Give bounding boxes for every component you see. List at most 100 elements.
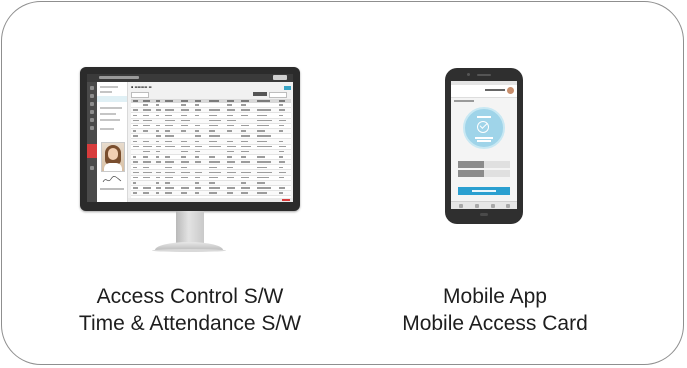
table-cell	[209, 187, 220, 189]
table-cell	[165, 176, 173, 179]
table-cell	[209, 176, 219, 179]
table-cell	[195, 114, 200, 117]
table-header-cell	[156, 100, 161, 102]
table-cell	[227, 192, 233, 194]
rail-icon	[90, 102, 94, 106]
table-cell	[165, 156, 171, 158]
table-cell	[181, 176, 188, 179]
table-cell	[227, 171, 236, 174]
tab-icon	[491, 204, 495, 208]
table-cell	[209, 130, 216, 132]
table-cell	[195, 150, 201, 153]
event-log-table	[131, 99, 291, 202]
table-cell	[227, 145, 236, 148]
table-cell	[133, 145, 139, 148]
mobile-info-row	[458, 161, 510, 168]
table-cell	[241, 182, 247, 184]
table-cell	[241, 145, 252, 148]
table-cell	[257, 130, 266, 132]
table-cell	[279, 130, 283, 132]
table-cell	[279, 140, 284, 142]
table-cell	[133, 182, 137, 184]
table-cell	[195, 125, 201, 127]
app-page-title: ▪ ▬▬▬▬ ▬	[131, 85, 152, 89]
table-cell	[156, 150, 160, 153]
info-row-label	[458, 161, 484, 168]
table-cell	[156, 104, 159, 106]
table-cell	[241, 161, 250, 163]
table-cell	[156, 114, 160, 117]
app-logo	[273, 75, 287, 80]
table-cell	[133, 140, 137, 142]
table-cell	[209, 109, 220, 111]
table-cell	[209, 171, 221, 174]
right-caption-line-2: Mobile Access Card	[402, 312, 588, 335]
table-cell	[165, 114, 172, 117]
table-cell	[257, 171, 273, 174]
table-cell	[156, 187, 161, 189]
table-cell	[165, 187, 174, 189]
table-cell	[181, 119, 190, 122]
table-cell	[181, 161, 189, 163]
table-cell	[165, 171, 176, 174]
table-cell	[181, 114, 187, 117]
table-cell	[165, 109, 174, 111]
table-cell	[156, 135, 161, 137]
table-cell	[165, 145, 176, 148]
table-cell	[181, 130, 186, 132]
panel-caption	[100, 188, 124, 190]
table-cell	[181, 187, 189, 189]
rail-icon	[90, 86, 94, 90]
table-cell	[181, 140, 187, 142]
table-cell	[257, 161, 271, 163]
rail-icon	[90, 118, 94, 122]
table-header-cell	[195, 100, 201, 102]
table-cell	[143, 187, 151, 189]
table-cell	[165, 119, 176, 122]
table-cell	[156, 161, 161, 163]
table-cell	[133, 161, 139, 163]
phone-home-button	[480, 213, 488, 216]
app-user-panel	[97, 82, 128, 202]
badge-text	[477, 140, 491, 142]
app-filter-bar	[131, 86, 291, 98]
table-cell	[195, 187, 201, 189]
mobile-tab-bar	[451, 201, 517, 209]
table-cell	[227, 166, 233, 168]
left-caption-line-1: Access Control S/W	[96, 285, 284, 308]
table-cell	[156, 109, 161, 111]
table-cell	[143, 114, 149, 117]
mobile-action-label	[472, 190, 496, 192]
table-cell	[279, 176, 285, 179]
filter-input	[269, 92, 287, 98]
table-cell	[156, 176, 160, 179]
table-cell	[227, 156, 232, 158]
table-cell	[209, 156, 216, 158]
table-cell	[181, 104, 186, 106]
user-photo	[101, 142, 125, 172]
table-cell	[241, 125, 249, 127]
monitor-illustration: ▪ ▬▬▬▬ ▬	[80, 67, 300, 211]
table-cell	[165, 135, 174, 137]
table-header-cell	[241, 100, 250, 102]
rail-active-marker	[87, 144, 97, 158]
table-cell	[257, 166, 267, 168]
rail-icon	[90, 126, 94, 130]
table-cell	[227, 176, 234, 179]
table-cell	[209, 166, 217, 168]
left-product-caption: Access Control S/W Time & Attendance S/W	[20, 283, 360, 337]
table-cell	[133, 176, 138, 179]
table-cell	[209, 145, 221, 148]
info-row-label	[458, 170, 484, 177]
app-main-area: ▪ ▬▬▬▬ ▬	[128, 82, 293, 202]
table-header-cell	[133, 100, 138, 102]
table-cell	[181, 156, 186, 158]
table-cell	[241, 114, 248, 117]
table-cell	[279, 187, 285, 189]
table-cell	[143, 104, 148, 106]
table-cell	[195, 145, 202, 148]
table-cell	[133, 166, 137, 168]
table-cell	[257, 109, 271, 111]
table-cell	[241, 140, 248, 142]
table-cell	[133, 125, 138, 127]
